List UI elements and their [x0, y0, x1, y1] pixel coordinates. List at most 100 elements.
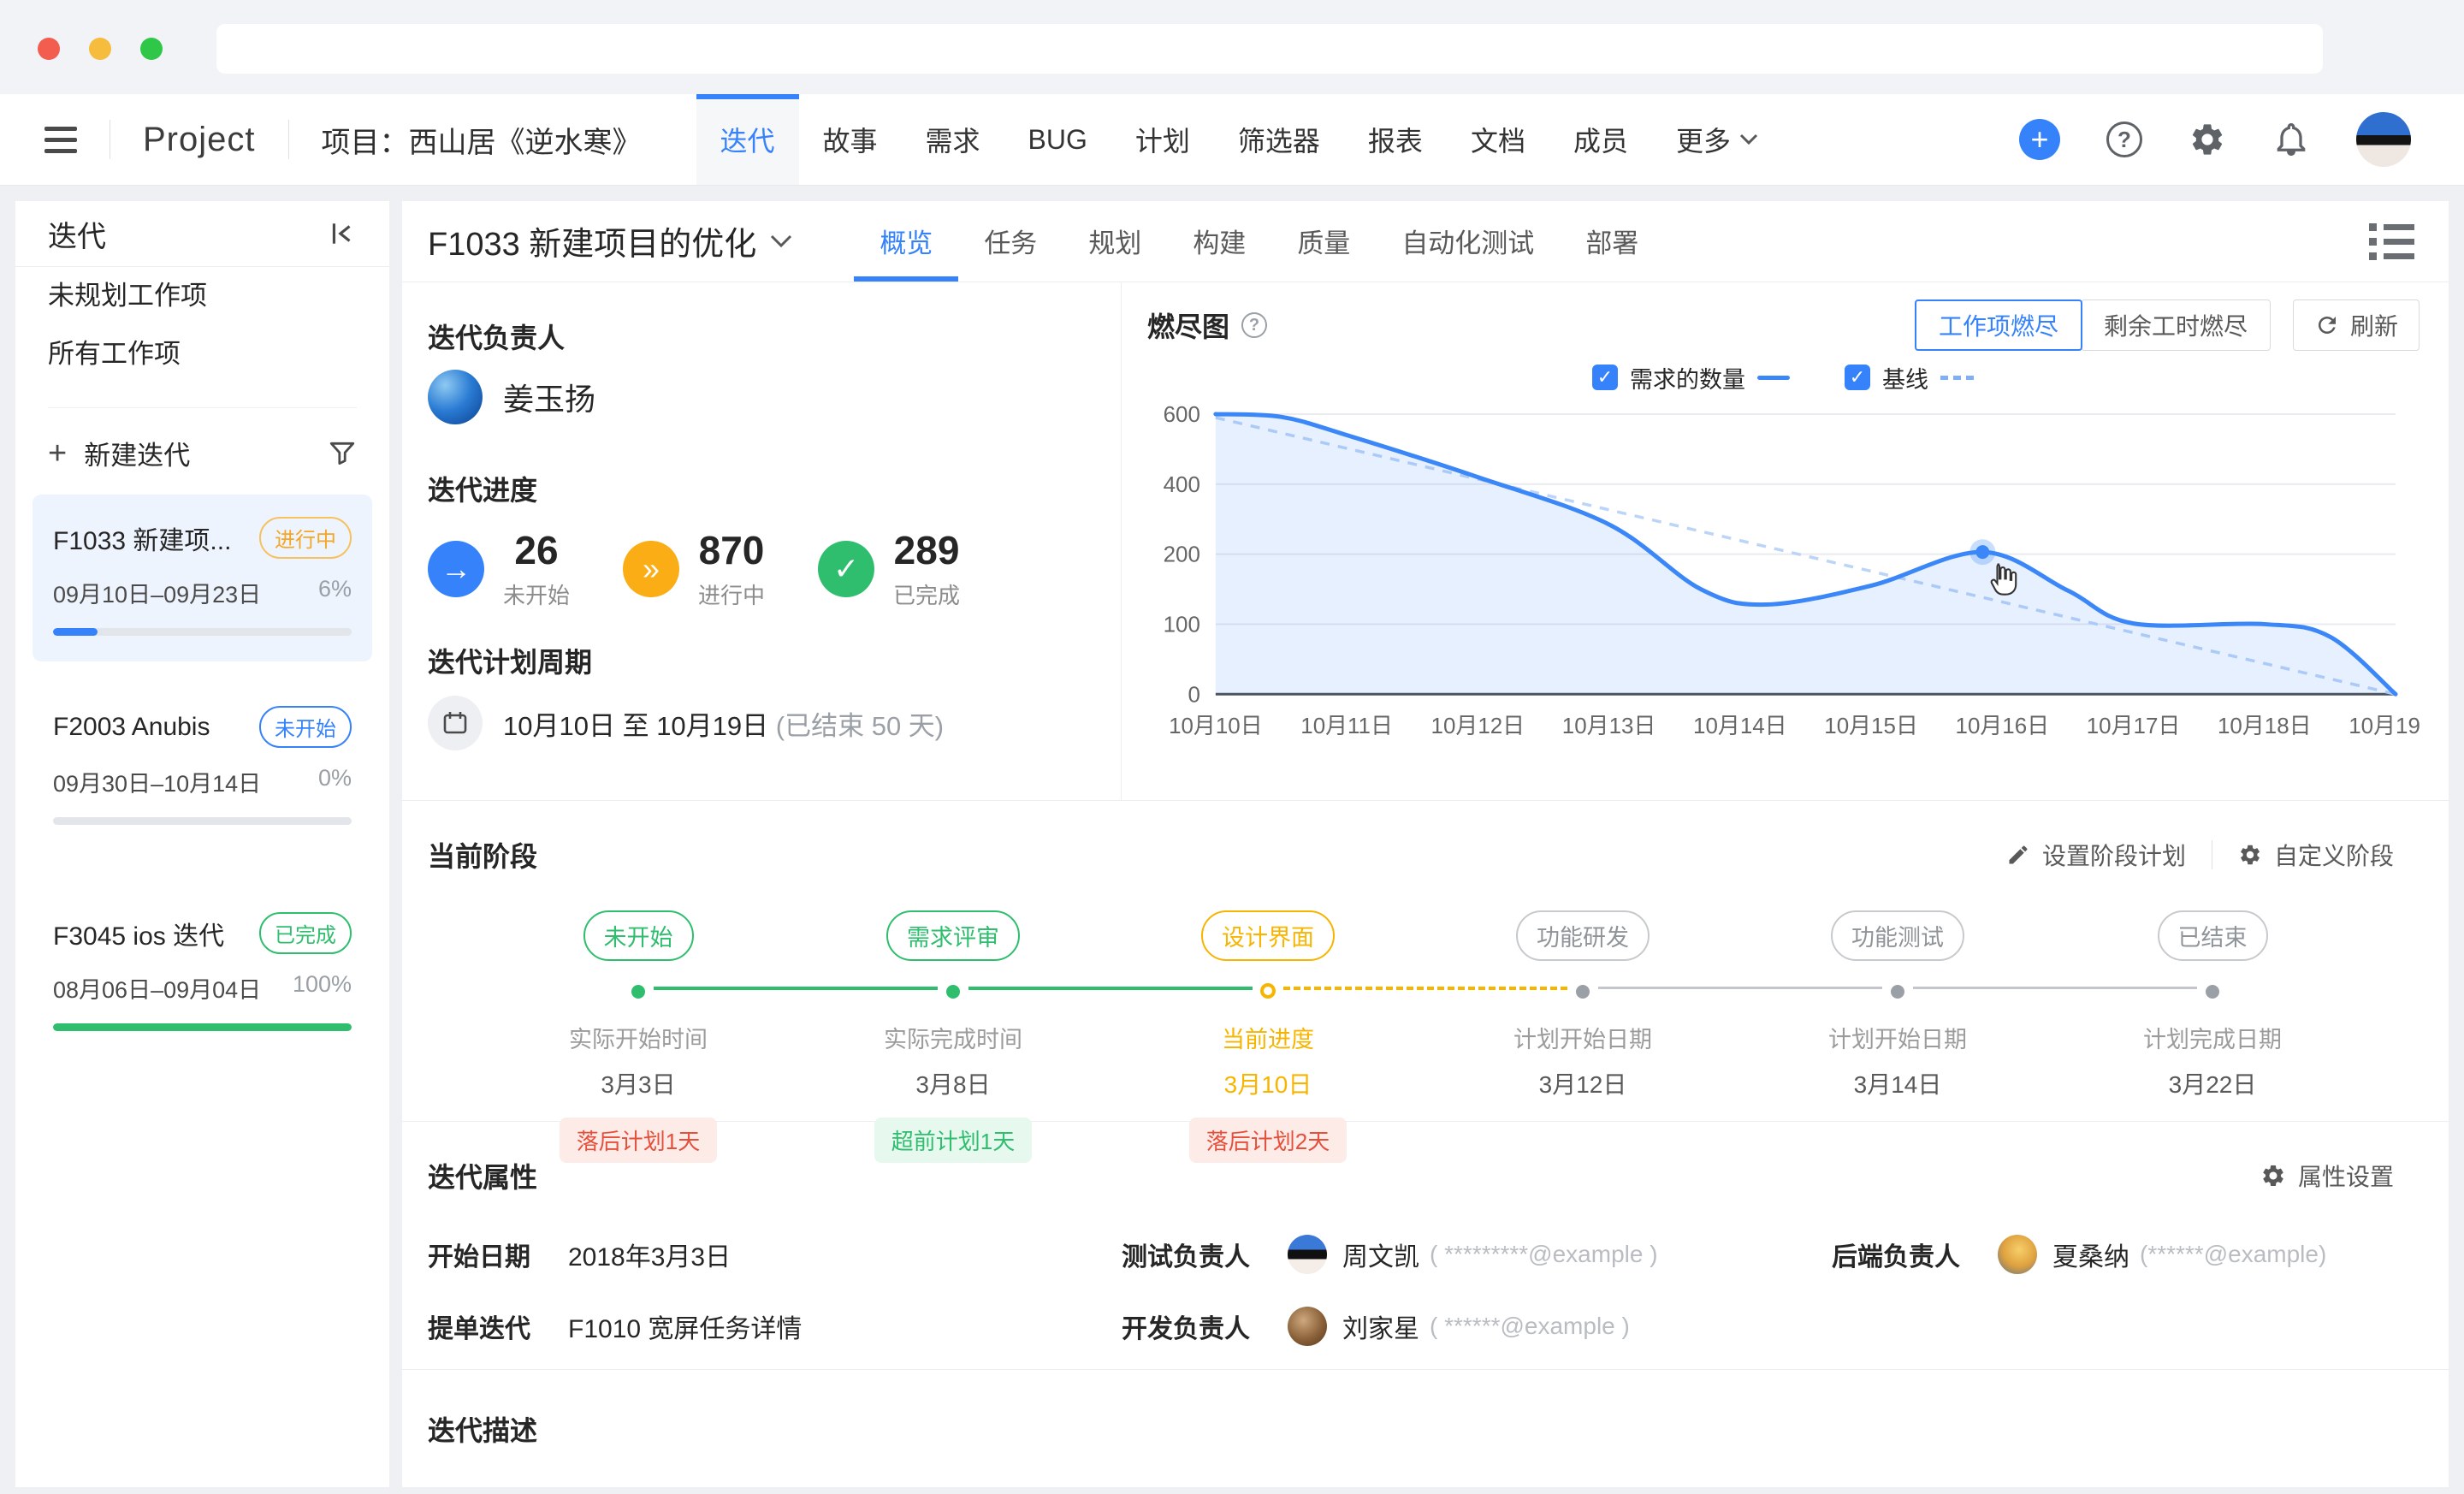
- top-nav: Project 项目：西山居《逆水寒》 迭代 故事 需求 BUG 计划 筛选器 …: [0, 94, 2464, 186]
- avatar: [1288, 1235, 1327, 1274]
- nav-tab-filter[interactable]: 筛选器: [1214, 94, 1344, 185]
- nav-tab-story[interactable]: 故事: [799, 94, 902, 185]
- help-icon[interactable]: ?: [1241, 312, 1267, 338]
- iteration-card-f1033[interactable]: F1033 新建项... 进行中 09月10日–09月23日 6%: [33, 495, 372, 661]
- arrow-right-icon: →: [428, 541, 484, 597]
- tab-tasks[interactable]: 任务: [958, 200, 1063, 282]
- iteration-title: F3045 ios 迭代: [53, 915, 224, 952]
- delay-tag: 落后计划1天: [560, 1118, 717, 1163]
- svg-text:10月19日: 10月19日: [2348, 714, 2420, 738]
- period-heading: 迭代计划周期: [428, 644, 1121, 680]
- burndown-chart: 600400200100010月10日10月11日10月12日10月13日10月…: [1147, 392, 2420, 759]
- nav-tab-requirement[interactable]: 需求: [902, 94, 1004, 185]
- props-settings-button[interactable]: 属性设置: [2260, 1159, 2394, 1193]
- svg-text:400: 400: [1164, 473, 1200, 497]
- svg-text:10月10日: 10月10日: [1169, 714, 1263, 738]
- legend-series-toggle[interactable]: ✓ 需求的数量: [1592, 361, 1790, 394]
- hamburger-menu-icon[interactable]: [44, 127, 77, 153]
- toggle-workitem-burndown[interactable]: 工作项燃尽: [1915, 299, 2082, 351]
- nav-tabs: 迭代 故事 需求 BUG 计划 筛选器 报表 文档 成员 更多: [696, 94, 1782, 185]
- avatar: [1288, 1307, 1327, 1346]
- nav-tab-members[interactable]: 成员: [1549, 94, 1652, 185]
- description-heading: 迭代描述: [428, 1415, 537, 1446]
- iteration-card-f3045[interactable]: F3045 ios 迭代 已完成 08月06日–09月04日 100%: [33, 890, 372, 1057]
- ahead-tag: 超前计划1天: [874, 1118, 1032, 1163]
- iteration-percent: 0%: [318, 765, 352, 798]
- list-view-icon[interactable]: [2369, 223, 2414, 260]
- svg-text:10月16日: 10月16日: [1956, 714, 2050, 738]
- stage-dot: [2206, 985, 2219, 999]
- project-name[interactable]: 项目：西山居《逆水寒》: [322, 119, 642, 161]
- calendar-icon: [428, 696, 483, 750]
- iteration-title-dropdown[interactable]: F1033 新建项目的优化: [428, 200, 792, 282]
- pencil-icon: [2006, 843, 2030, 867]
- divider: [288, 120, 289, 159]
- iteration-title: F2003 Anubis: [53, 713, 210, 742]
- minimize-window-icon[interactable]: [89, 38, 111, 60]
- stage-connector: [1913, 987, 2197, 989]
- stage-connector: [968, 987, 1253, 990]
- tab-planning[interactable]: 规划: [1063, 200, 1167, 282]
- help-icon[interactable]: ?: [2106, 122, 2142, 157]
- set-stage-plan-button[interactable]: 设置阶段计划: [2006, 838, 2186, 872]
- collapse-sidebar-icon[interactable]: [328, 219, 357, 248]
- double-arrow-icon: »: [623, 541, 679, 597]
- owner-heading: 迭代负责人: [428, 320, 1121, 356]
- sidebar-item-unplanned[interactable]: 未规划工作项: [15, 267, 389, 325]
- linked-iteration[interactable]: F1010 宽屏任务详情: [568, 1307, 802, 1345]
- toggle-hours-burndown[interactable]: 剩余工时燃尽: [2081, 299, 2271, 351]
- checkbox-checked-icon: ✓: [1845, 365, 1870, 390]
- user-avatar[interactable]: [2356, 112, 2411, 167]
- svg-text:10月18日: 10月18日: [2218, 714, 2312, 738]
- nav-tab-plan[interactable]: 计划: [1111, 94, 1214, 185]
- svg-text:10月13日: 10月13日: [1562, 714, 1656, 738]
- gear-icon[interactable]: [2189, 121, 2226, 158]
- iteration-dates: 08月06日–09月04日: [53, 971, 261, 1005]
- tab-deploy[interactable]: 部署: [1560, 200, 1664, 282]
- burndown-heading: 燃尽图: [1147, 305, 1229, 345]
- nav-tab-bug[interactable]: BUG: [1004, 94, 1111, 185]
- create-button[interactable]: +: [2019, 119, 2060, 160]
- iteration-percent: 6%: [318, 576, 352, 609]
- nav-tab-more[interactable]: 更多: [1652, 94, 1782, 185]
- stage-requirement-review: 需求评审 实际完成时间 3月8日 超前计划1天: [796, 910, 1111, 1163]
- iteration-dates: 09月10日–09月23日: [53, 576, 261, 609]
- svg-text:10月17日: 10月17日: [2087, 714, 2181, 738]
- tab-overview[interactable]: 概览: [854, 200, 958, 282]
- svg-text:600: 600: [1164, 403, 1200, 427]
- new-iteration-button[interactable]: + 新建迭代: [48, 434, 190, 472]
- custom-stage-button[interactable]: 自定义阶段: [2238, 838, 2394, 872]
- sidebar-item-all[interactable]: 所有工作项: [15, 325, 389, 383]
- stage-development: 功能研发 计划开始日期 3月12日: [1425, 910, 1740, 1163]
- svg-text:10月12日: 10月12日: [1431, 714, 1525, 738]
- tab-auto-test[interactable]: 自动化测试: [1376, 200, 1560, 282]
- period-note: (已结束 50 天): [776, 711, 944, 741]
- progress-bar: [53, 817, 352, 825]
- refresh-button[interactable]: 刷新: [2293, 299, 2420, 351]
- avatar: [1998, 1235, 2037, 1274]
- solid-line-sample: [1757, 376, 1790, 380]
- nav-tab-docs[interactable]: 文档: [1447, 94, 1549, 185]
- progress-bar: [53, 628, 352, 636]
- tab-build[interactable]: 构建: [1167, 200, 1271, 282]
- iteration-dates: 09月30日–10月14日: [53, 765, 261, 798]
- nav-tab-iteration[interactable]: 迭代: [696, 94, 799, 185]
- address-bar[interactable]: [216, 24, 2323, 74]
- stage-not-started: 未开始 实际开始时间 3月3日 落后计划1天: [481, 910, 796, 1163]
- status-badge: 已完成: [259, 912, 352, 954]
- nav-tab-report[interactable]: 报表: [1344, 94, 1447, 185]
- legend-baseline-toggle[interactable]: ✓ 基线: [1845, 361, 1975, 394]
- detail-tabs: 概览 任务 规划 构建 质量 自动化测试 部署: [854, 200, 1664, 282]
- tab-quality[interactable]: 质量: [1271, 200, 1376, 282]
- prop-test-owner: 测试负责人 周文凯 ( *********@example ): [1122, 1235, 1832, 1274]
- iteration-title: F1033 新建项...: [53, 519, 231, 557]
- filter-icon[interactable]: [328, 439, 357, 468]
- delay-tag: 落后计划2天: [1189, 1118, 1347, 1163]
- stage-dot: [631, 985, 645, 999]
- stage-finished: 已结束 计划完成日期 3月22日: [2055, 910, 2370, 1163]
- close-window-icon[interactable]: [38, 38, 60, 60]
- stat-done: ✓ 289已完成: [818, 527, 960, 610]
- maximize-window-icon[interactable]: [140, 38, 163, 60]
- iteration-card-f2003[interactable]: F2003 Anubis 未开始 09月30日–10月14日 0%: [33, 684, 372, 851]
- bell-icon[interactable]: [2272, 121, 2310, 158]
